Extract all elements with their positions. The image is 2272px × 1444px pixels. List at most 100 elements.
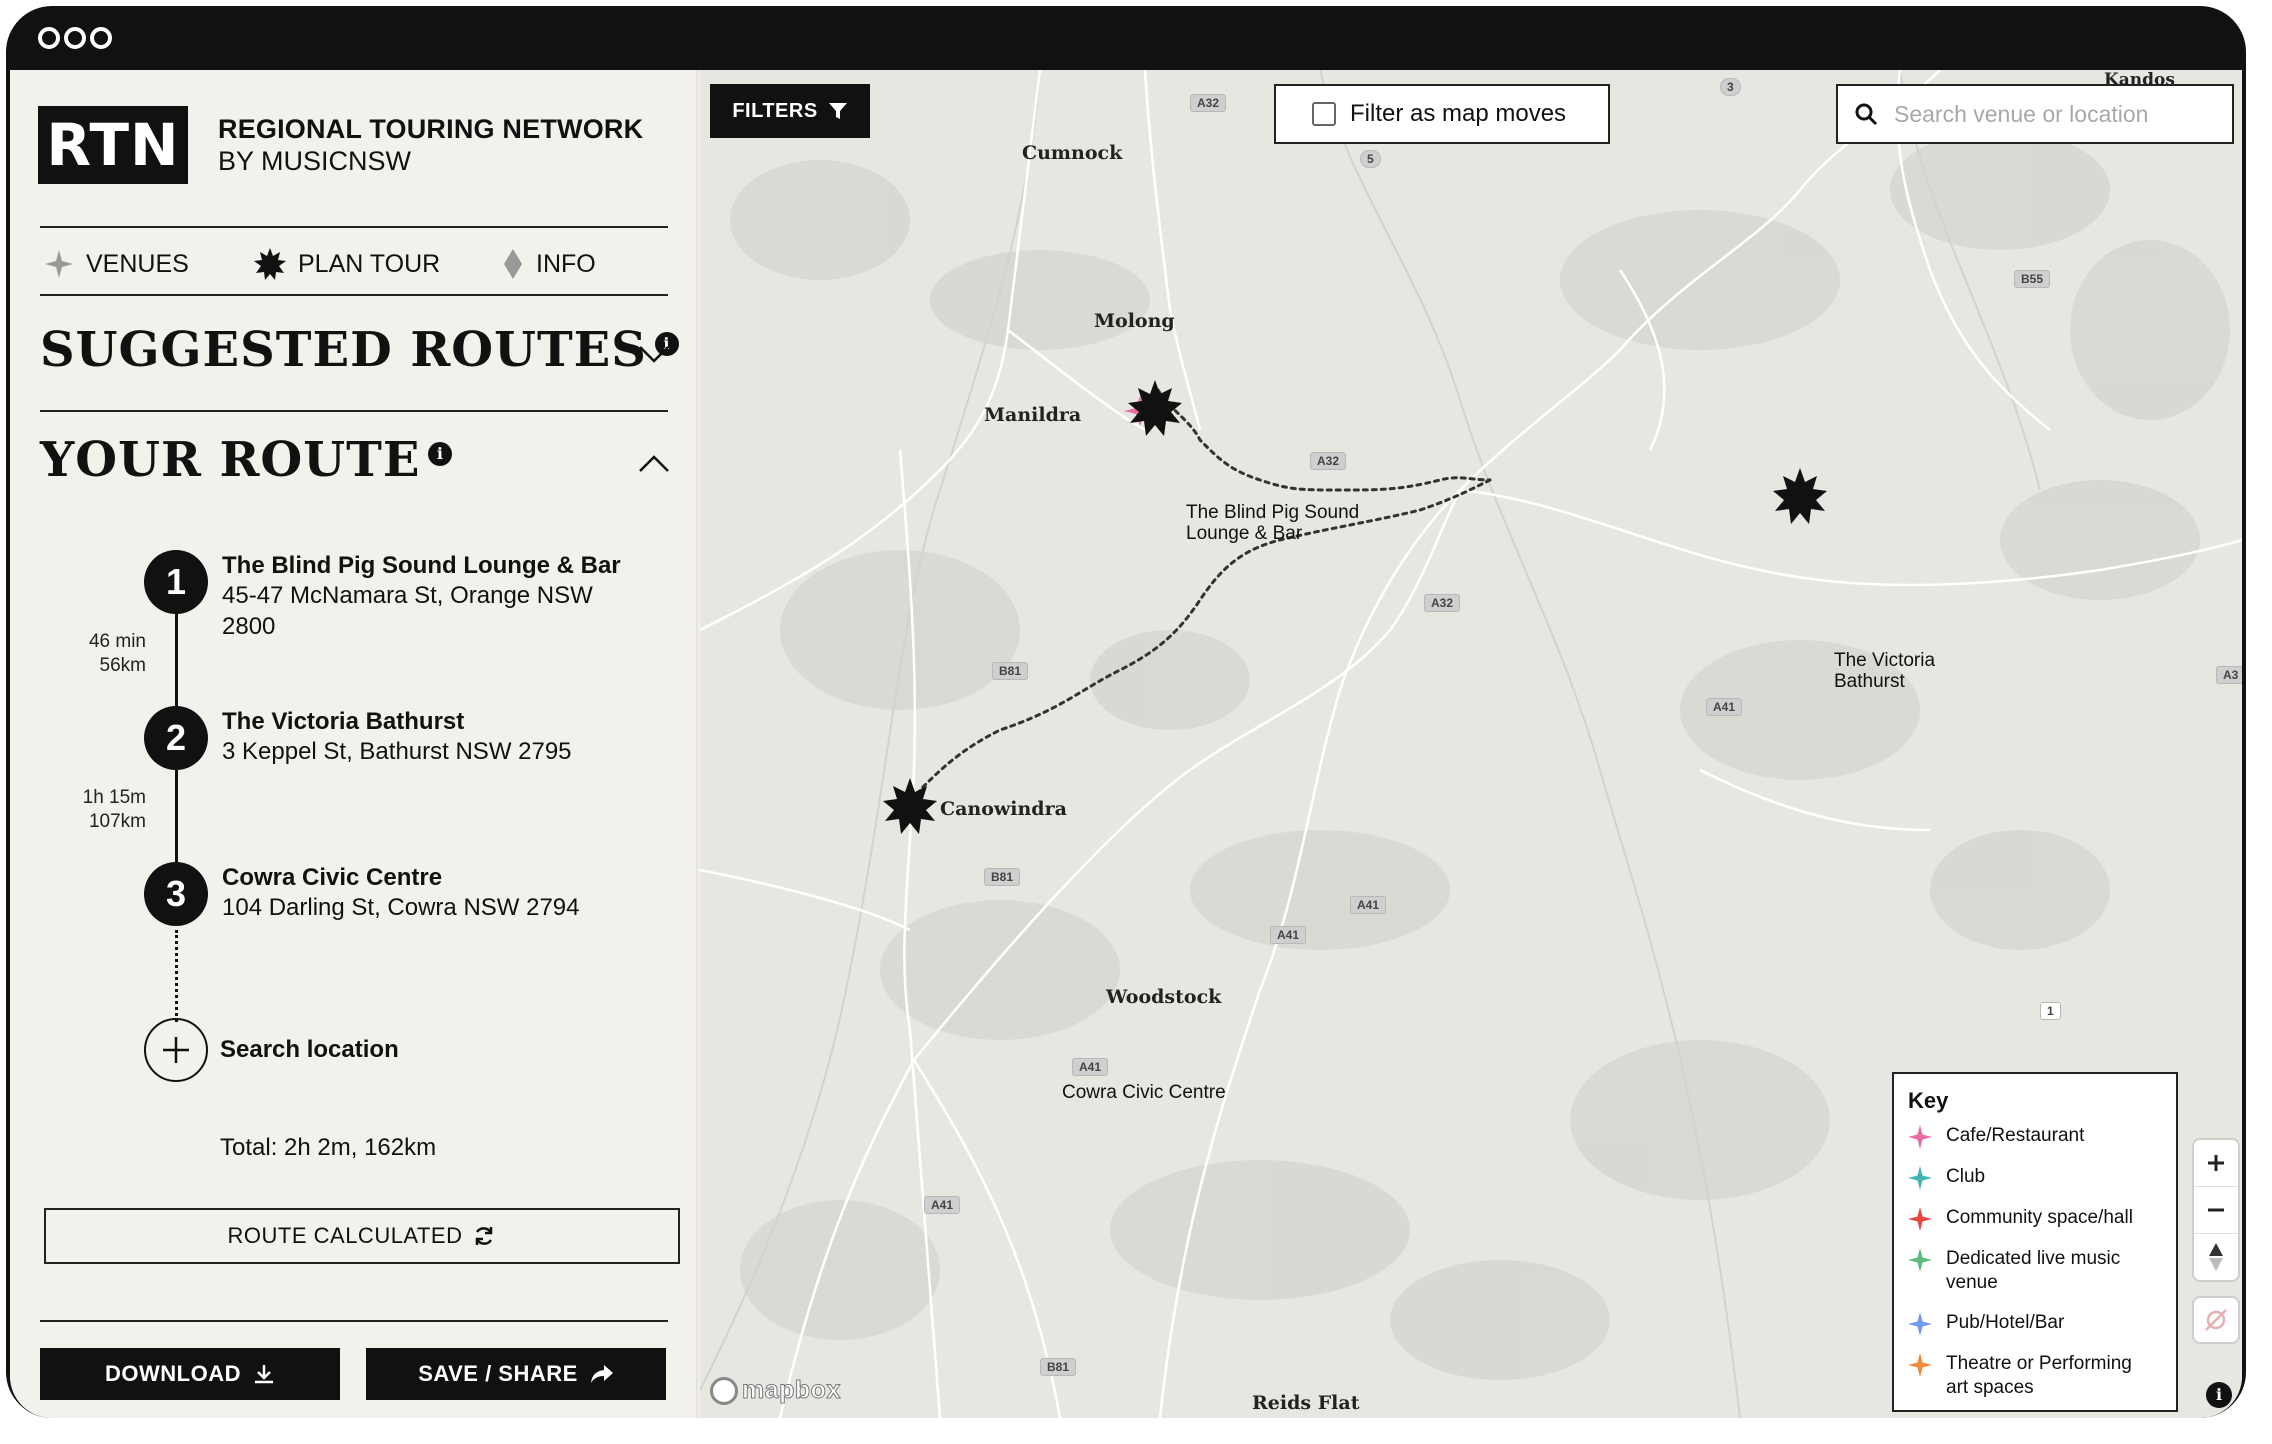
legend-title: Key [1908,1088,1949,1113]
divider [40,226,668,228]
legend-label: Club [1946,1166,1986,1187]
venue-starburst-icon[interactable] [1773,468,1827,524]
legend-item: Dedicated live music venue [1908,1247,2176,1295]
legend-label: Community space/hall [1946,1207,2133,1228]
brand-title: REGIONAL TOURING NETWORK [218,114,644,144]
share-arrow-icon [590,1365,613,1383]
legend-item: Community space/hall [1908,1206,2176,1231]
suggested-routes-title: SUGGESTED ROUTES [40,322,647,378]
attribution-info-button[interactable]: i [2206,1382,2232,1408]
chevron-down-icon[interactable] [638,344,670,364]
road-shield: A32 [1310,452,1347,470]
nav-plan-tour[interactable]: PLAN TOUR [254,246,440,282]
venue-map-label[interactable]: The Blind Pig Sound Lounge & Bar [1186,502,1359,544]
town-label: Reids Flat [1252,1392,1360,1414]
download-label: DOWNLOAD [105,1361,241,1386]
sparkle-icon [1908,1166,1932,1190]
zoom-controls [2194,1140,2238,1280]
nav-venues[interactable]: VENUES [44,246,189,282]
compass-button[interactable] [2194,1234,2238,1280]
divider [40,410,668,412]
add-location-button[interactable] [144,1018,208,1082]
road-shield: B55 [2014,270,2051,288]
route-calculated-button[interactable]: ROUTE CALCULATED [44,1208,680,1264]
stop-name[interactable]: Cowra Civic Centre [222,864,442,892]
legend-label: Cafe/Restaurant [1946,1125,2085,1146]
filter-moves-label: Filter as map moves [1350,100,1567,127]
rtn-logo[interactable]: RTN [38,106,188,184]
town-label: Molong [1094,310,1175,332]
compass-icon [2209,1243,2223,1271]
venue-map-label[interactable]: Cowra Civic Centre [1062,1082,1226,1103]
your-route-header[interactable]: YOUR ROUTE i [40,432,453,488]
funnel-icon [828,103,847,119]
search-input[interactable] [1894,100,2214,128]
save-share-label: SAVE / SHARE [418,1361,578,1386]
sparkle-icon [1908,1248,1932,1272]
zoom-in-button[interactable] [2194,1140,2238,1186]
map[interactable]: A32 5 3 B55 A32 A32 B81 A41 B81 A41 A41 … [700,70,2242,1418]
road-shield: A41 [1706,698,1743,716]
legend-label: Pub/Hotel/Bar [1946,1312,2065,1333]
venue-label-line: The Blind Pig Sound [1186,502,1360,523]
diamond-icon [504,249,522,279]
town-label: Cumnock [1022,142,1123,164]
town-label: Manildra [984,404,1082,426]
legend-item: Club [1908,1165,2176,1190]
brand-subtitle: BY MUSICNSW [218,146,412,176]
stop-number-badge: 1 [144,550,208,614]
sparkle-icon [1908,1125,1932,1149]
chevron-up-icon[interactable] [638,454,670,474]
stop-address: 45-47 McNamara St, Orange NSW 2800 [222,582,593,640]
nav-info[interactable]: INFO [502,246,596,282]
stop-name[interactable]: The Blind Pig Sound Lounge & Bar [222,552,621,580]
plus-icon [163,1037,189,1063]
leg-distance: 56km [99,655,146,676]
filters-button[interactable]: FILTERS [710,84,870,138]
window-dot-icon[interactable] [90,27,112,49]
road-shield: A32 [1190,94,1227,112]
legend-label: Dedicated live music venue [1946,1248,2121,1293]
add-location-label[interactable]: Search location [220,1036,399,1064]
save-share-button[interactable]: SAVE / SHARE [366,1348,666,1400]
app-content: RTN REGIONAL TOURING NETWORK BY MUSICNSW… [10,70,2242,1418]
leg-time: 1h 15m [82,787,146,808]
mapbox-logo[interactable]: mapbox [710,1376,841,1405]
window-dot-icon[interactable] [64,27,86,49]
window-dot-icon[interactable] [38,27,60,49]
suggested-routes-header[interactable]: SUGGESTED ROUTES i [40,322,679,378]
venue-label-line: Bathurst [1834,671,1905,692]
zoom-out-button[interactable] [2194,1187,2238,1233]
download-button[interactable]: DOWNLOAD [40,1348,340,1400]
leg-info: 46 min 56km [66,630,146,678]
leg-time: 46 min [88,631,146,652]
leg-distance: 107km [88,811,146,832]
stop-name[interactable]: The Victoria Bathurst [222,708,464,736]
venue-starburst-icon[interactable] [1128,380,1182,436]
road-shield: A41 [1350,896,1387,914]
divider [40,294,668,296]
your-route-title: YOUR ROUTE [40,432,421,488]
filter-moves-checkbox[interactable] [1312,102,1336,126]
route-total: Total: 2h 2m, 162km [220,1134,437,1161]
road-shield: B81 [992,662,1029,680]
sparkle-icon [45,250,73,278]
venue-map-label[interactable]: The Victoria Bathurst [1834,650,1935,692]
road-shield: 3 [1720,78,1741,96]
venue-label-line: The Victoria [1834,650,1936,671]
minus-icon [2208,1208,2224,1212]
search-box[interactable] [1836,84,2234,144]
road-shield: A32 [1424,594,1461,612]
browser-window: RTN REGIONAL TOURING NETWORK BY MUSICNSW… [6,6,2246,1418]
geolocate-button[interactable] [2194,1298,2238,1342]
filter-as-map-moves[interactable]: Filter as map moves [1274,84,1610,144]
leg-info: 1h 15m 107km [66,786,146,834]
road-shield: 1 [2040,1002,2061,1020]
stop-address: 104 Darling St, Cowra NSW 2794 [222,894,580,921]
sparkle-icon [1908,1312,1932,1336]
info-icon[interactable]: i [428,442,453,466]
road-shield: A41 [1270,926,1307,944]
road-shield: 5 [1360,150,1381,168]
stop-address: 3 Keppel St, Bathurst NSW 2795 [222,738,572,765]
nav-info-label: INFO [536,249,596,278]
